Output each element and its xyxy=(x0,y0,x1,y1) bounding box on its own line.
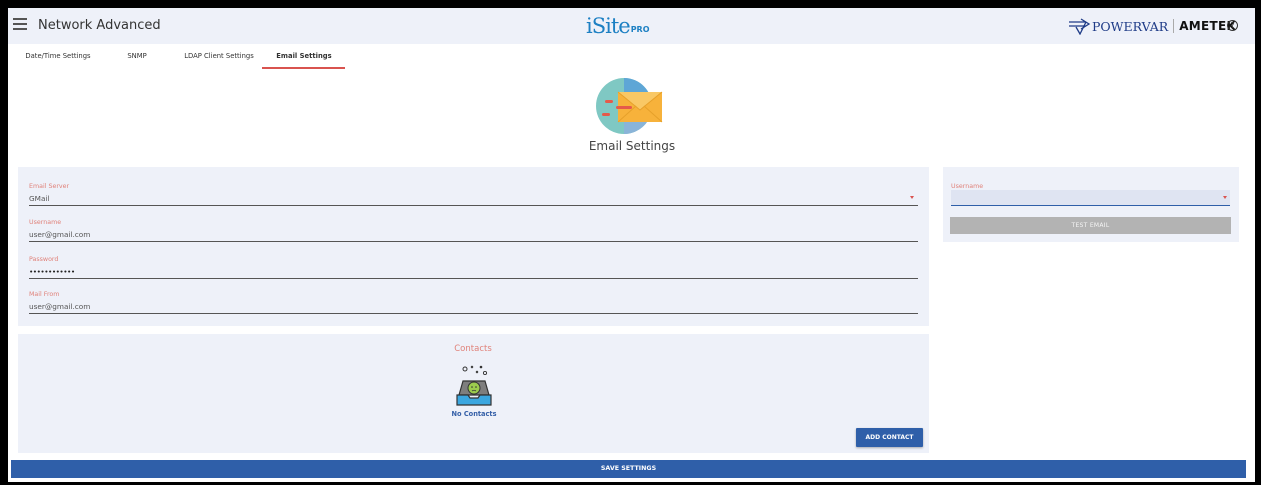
isite-pro-logo: iSite PRO xyxy=(586,13,650,39)
test-email-button[interactable]: TEST EMAIL xyxy=(950,217,1231,234)
chevron-down-icon[interactable] xyxy=(910,196,914,199)
section-title: Email Settings xyxy=(588,139,676,153)
email-server-underline xyxy=(29,205,918,206)
mail-from-value: user@gmail.com xyxy=(29,302,91,311)
password-underline xyxy=(29,278,918,279)
mail-from-underline xyxy=(29,313,918,314)
username-value: user@gmail.com xyxy=(29,230,91,239)
mail-from-field[interactable]: Mail From user@gmail.com xyxy=(29,291,918,314)
test-username-label: Username xyxy=(951,183,984,190)
page-title: Network Advanced xyxy=(38,18,161,33)
brand-primary: POWERVAR xyxy=(1092,18,1169,34)
username-label: Username xyxy=(29,219,62,226)
test-username-underline xyxy=(951,205,1230,206)
email-server-label: Email Server xyxy=(29,183,70,190)
tab-ldap-client-settings[interactable]: LDAP Client Settings xyxy=(180,44,258,72)
password-field[interactable]: Password •••••••••••• xyxy=(29,256,918,279)
tab-date-time-settings[interactable]: Date/Time Settings xyxy=(22,44,94,72)
mail-from-label: Mail From xyxy=(29,291,60,298)
contacts-title: Contacts xyxy=(454,344,492,354)
save-settings-button[interactable]: SAVE SETTINGS xyxy=(11,460,1246,478)
password-value: •••••••••••• xyxy=(29,267,75,276)
hamburger-menu-icon[interactable] xyxy=(13,18,27,32)
username-underline xyxy=(29,241,918,242)
tab-snmp[interactable]: SNMP xyxy=(122,44,152,72)
powervar-arrow-icon xyxy=(1069,18,1091,35)
empty-inbox-icon xyxy=(456,365,492,406)
empty-state-text: No Contacts xyxy=(451,410,497,418)
password-label: Password xyxy=(29,256,59,263)
help-icon[interactable]: ? xyxy=(1227,20,1238,31)
brand-divider xyxy=(1173,19,1175,33)
email-server-panel: Email Server GMail Username user@gmail.c… xyxy=(18,167,929,326)
email-icon xyxy=(596,78,663,134)
logo-main-text: iSite xyxy=(586,14,631,38)
logo-suffix-text: PRO xyxy=(630,25,650,34)
email-server-select[interactable]: Email Server GMail xyxy=(29,183,918,206)
chevron-down-icon[interactable] xyxy=(1223,196,1227,199)
brand-logo: POWERVAR AMETEK xyxy=(1068,17,1236,35)
active-tab-indicator xyxy=(262,67,345,69)
email-server-value: GMail xyxy=(29,194,50,203)
add-contact-button[interactable]: ADD CONTACT xyxy=(856,428,923,447)
tab-bar: Date/Time Settings SNMP LDAP Client Sett… xyxy=(8,44,1255,72)
top-bar: Network Advanced iSite PRO POWERVAR AMET… xyxy=(8,8,1255,44)
username-field[interactable]: Username user@gmail.com xyxy=(29,219,918,242)
test-username-dropdown[interactable] xyxy=(951,190,1230,206)
app-window: Network Advanced iSite PRO POWERVAR AMET… xyxy=(8,8,1255,482)
